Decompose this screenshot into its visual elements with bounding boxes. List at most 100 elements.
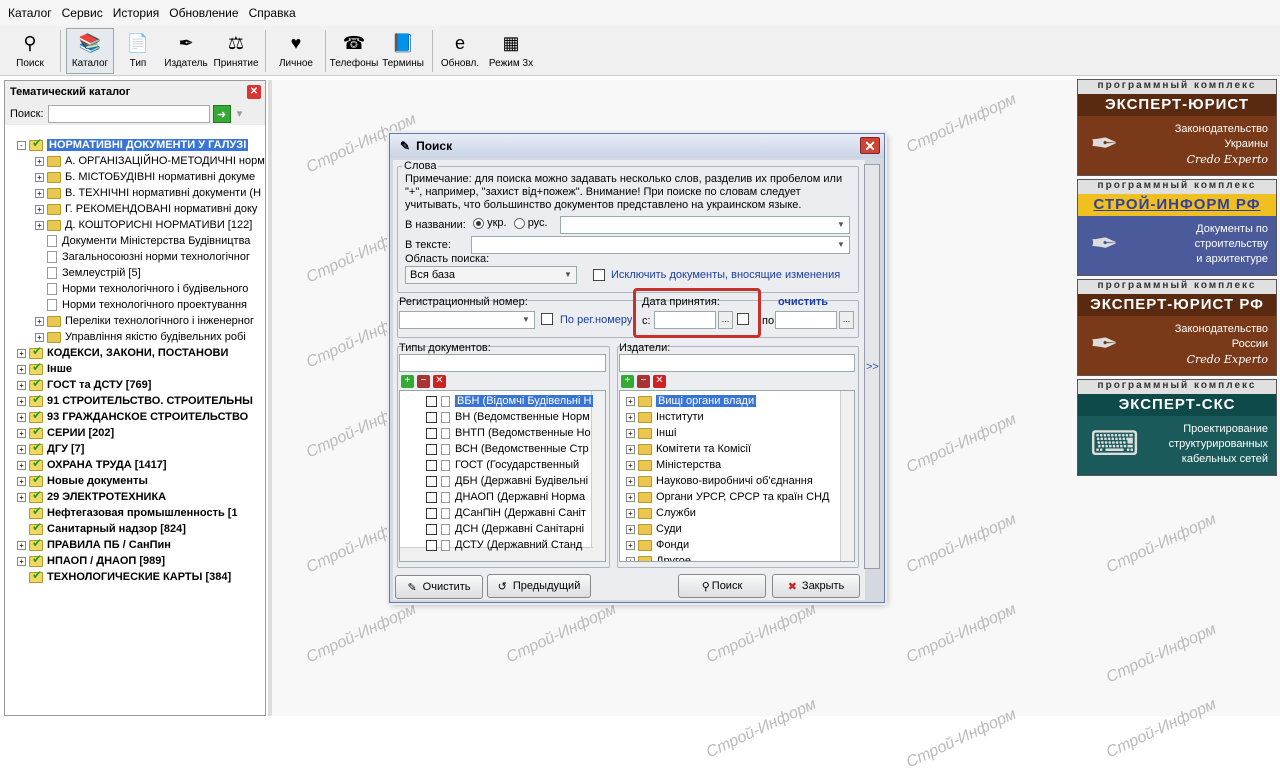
expand-toggle[interactable]: + [35,316,44,326]
doc-type-item[interactable]: ДСанПіН (Державні Саніт [426,505,586,521]
tree-item[interactable]: + Г. РЕКОМЕНДОВАНІ нормативні доку [35,201,257,217]
date-to-input[interactable] [775,311,837,329]
doc-type-item[interactable]: ДНАОП (Державні Норма [426,489,585,505]
expand-arrows-icon[interactable]: >> [866,361,879,373]
expand-toggle[interactable]: + [35,332,44,342]
publisher-item[interactable]: + Другое [626,553,691,561]
expand-toggle[interactable]: + [17,380,26,390]
tree-item[interactable]: + Б. МІСТОБУДІВНІ нормативні докуме [35,169,255,185]
add-icon[interactable]: + [621,375,634,388]
tree-item[interactable]: Норми технологічного проектування [35,297,247,313]
menu-item[interactable]: Обновление [165,6,242,20]
doc-type-item[interactable]: ВНТП (Ведомственные Но [426,425,591,441]
by-reg-checkbox[interactable] [541,313,553,325]
expand-toggle[interactable]: + [626,460,635,470]
tree-item[interactable]: + КОДЕКСИ, ЗАКОНИ, ПОСТАНОВИ [17,344,228,361]
doc-type-item[interactable]: ВН (Ведомственные Норм [426,409,590,425]
publisher-item[interactable]: + Служби [626,505,696,521]
minus-icon[interactable]: − [417,375,430,388]
tree-item[interactable]: +93 ГРАЖДАНСКОЕ СТРОИТЕЛЬСТВО [17,408,248,425]
tree-item[interactable]: Документи Міністерства Будівництва [35,233,250,249]
title-search-input[interactable]: ▼ [560,216,850,234]
publisher-item[interactable]: + Міністерства [626,457,721,473]
ukr-radio[interactable] [473,217,484,229]
expand-toggle[interactable]: + [626,492,635,502]
expand-toggle[interactable]: + [626,476,635,486]
close-icon[interactable]: ✕ [860,137,880,154]
doc-type-item[interactable]: ДБН (Державні Будівельні [426,473,588,489]
expand-toggle[interactable]: + [35,156,44,166]
toolbar-button-9[interactable]: ▦ Режим 3х [487,28,535,74]
toolbar-button-3[interactable]: ✒ Издатель [163,28,209,74]
expand-toggle[interactable]: + [17,556,26,566]
clear-date-link[interactable]: очистить [778,296,828,308]
close-button[interactable]: ✖ Закрыть [772,574,860,598]
tree-item[interactable]: + Переліки технологічного і інженерног [35,313,254,329]
expand-toggle[interactable]: + [626,396,635,406]
expand-toggle[interactable]: + [35,172,44,182]
checkbox[interactable] [426,395,437,407]
delete-icon[interactable]: ✕ [433,375,446,388]
publisher-item[interactable]: + Інші [626,425,676,441]
tree-item[interactable]: Землеустрій [5] [35,265,141,281]
toolbar-button-0[interactable]: ⚲ Поиск [6,28,54,74]
checkbox[interactable] [426,507,437,519]
doc-types-filter-input[interactable] [399,354,606,372]
menu-item[interactable]: История [109,6,164,20]
doc-type-item[interactable]: ДСН (Державні Санітарні [426,521,584,537]
previous-button[interactable]: ↺ Предыдущий [487,574,591,598]
expand-toggle[interactable]: + [17,460,26,470]
chevron-down-icon[interactable]: ▼ [561,268,575,282]
doc-type-item[interactable]: ВБН (Відомчі Будівельні Н [426,393,594,409]
publisher-item[interactable]: + Органи УРСР, СРСР та країн СНД [626,489,830,505]
expand-toggle[interactable]: + [17,396,26,406]
expand-toggle[interactable]: + [626,556,635,561]
checkbox[interactable] [426,427,437,439]
menu-item[interactable]: Сервис [58,6,107,20]
toolbar-button-7[interactable]: 📘 Термины [380,28,426,74]
checkbox[interactable] [426,539,437,551]
rus-radio[interactable] [513,217,525,229]
checkbox[interactable] [426,475,437,487]
close-icon[interactable]: ✕ [247,85,261,99]
expand-toggle[interactable]: + [17,476,26,486]
catalog-search-input[interactable] [47,105,210,123]
publisher-item[interactable]: + Інститути [626,409,704,425]
chevron-down-icon[interactable]: ▼ [519,313,533,327]
checkbox[interactable] [426,523,437,535]
doc-type-item[interactable]: ВСН (Ведомственные Стр [426,441,589,457]
product-banner[interactable]: программный комплекс ЭКСПЕРТ-СКС Проектиро… [1077,379,1277,476]
delete-icon[interactable]: ✕ [653,375,666,388]
tree-item[interactable]: Нефтегазовая промышленность [1 [17,504,238,521]
expand-panel[interactable]: >> [864,164,880,569]
expand-toggle[interactable]: + [626,412,635,422]
doc-type-item[interactable]: ГОСТ (Государственный [426,457,579,473]
toolbar-button-5[interactable]: ♥ Личное [272,28,320,74]
minus-icon[interactable]: − [637,375,650,388]
toolbar-button-8[interactable]: e Обновл. [438,28,482,74]
tree-item[interactable]: + ДГУ [7] [17,440,84,457]
expand-toggle[interactable]: + [626,524,635,534]
toolbar-button-2[interactable]: 📄 Тип [115,28,161,74]
add-icon[interactable]: + [401,375,414,388]
checkbox[interactable] [426,491,437,503]
expand-toggle[interactable]: + [35,220,44,230]
expand-toggle[interactable]: + [626,540,635,550]
menu-item[interactable]: Справка [245,6,300,20]
tree-item[interactable]: - НОРМАТИВНІ ДОКУМЕНТИ У ГАЛУЗІ [17,136,249,153]
expand-toggle[interactable]: + [17,364,26,374]
expand-toggle[interactable]: + [626,444,635,454]
menu-item[interactable]: Каталог [4,6,56,20]
tree-item[interactable]: + А. ОРГАНІЗАЦІЙНО-МЕТОДИЧНІ норм [35,153,265,169]
tree-item[interactable]: + Управління якістю будівельних робі [35,329,246,345]
expand-toggle[interactable]: + [17,348,26,358]
scope-select[interactable]: Вся база ▼ [405,266,577,284]
publisher-item[interactable]: + Науково-виробничі об'єднання [626,473,813,489]
publisher-item[interactable]: + Суди [626,521,682,537]
product-banner[interactable]: программный комплекс ЭКСПЕРТ-ЮРИСТ РФ Зако… [1077,279,1277,376]
tree-item[interactable]: Норми технологічного і будівельного [35,281,248,297]
expand-toggle[interactable]: + [17,428,26,438]
publisher-item[interactable]: + Вищі органи влади [626,393,757,409]
product-banner[interactable]: программный комплекс СТРОЙ-ИНФОРМ РФ Докум… [1077,179,1277,276]
expand-toggle[interactable]: + [17,492,26,502]
